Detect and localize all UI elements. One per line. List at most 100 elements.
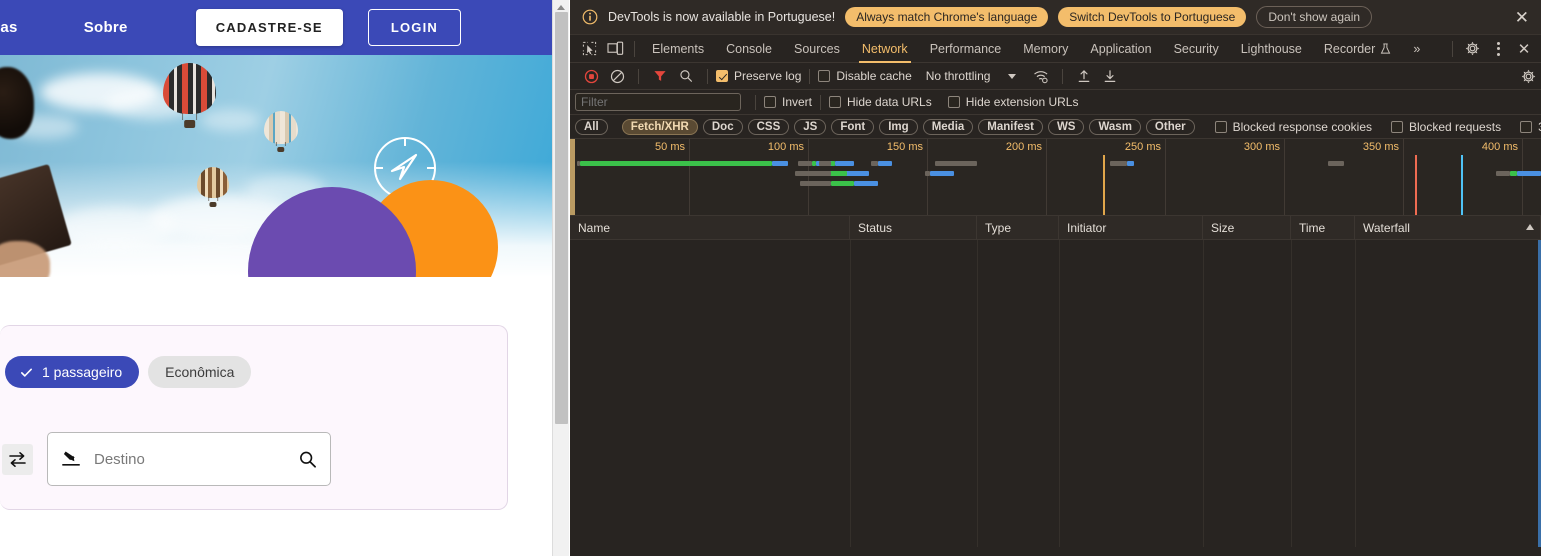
type-chip-img[interactable]: Img — [879, 118, 918, 135]
blocked-requests-checkbox[interactable]: Blocked requests — [1391, 120, 1501, 134]
type-chip-manifest[interactable]: Manifest — [978, 118, 1043, 135]
col-waterfall[interactable]: Waterfall — [1355, 215, 1541, 240]
tab-security[interactable]: Security — [1163, 35, 1230, 63]
tab-elements[interactable]: Elements — [641, 35, 715, 63]
filter-input[interactable] — [575, 93, 741, 111]
gear-icon[interactable] — [1459, 36, 1485, 62]
network-table-header: Name Status Type Initiator Size Time Wat… — [570, 215, 1541, 240]
col-type[interactable]: Type — [977, 215, 1059, 240]
tab-lighthouse[interactable]: Lighthouse — [1230, 35, 1313, 63]
more-tabs-button[interactable]: » — [1402, 35, 1431, 63]
tick-300ms: 300 ms — [1243, 141, 1280, 153]
col-name[interactable]: Name — [570, 215, 850, 240]
tick-200ms: 200 ms — [1005, 141, 1042, 153]
type-chip-all[interactable]: All — [575, 118, 608, 135]
nav-link-ilhas[interactable]: ilhas — [0, 19, 18, 36]
invert-label: Invert — [782, 95, 813, 109]
request-bar — [818, 161, 831, 166]
type-chip-media[interactable]: Media — [922, 118, 974, 135]
hide-data-urls-checkbox[interactable]: Hide data URLs — [829, 95, 932, 109]
tab-console[interactable]: Console — [715, 35, 783, 63]
flight-search-card: 1 passageiro Econômica Destino — [0, 325, 508, 510]
swap-origin-destination-button[interactable] — [2, 443, 33, 475]
device-toolbar-icon[interactable] — [602, 36, 628, 62]
col-initiator[interactable]: Initiator — [1059, 215, 1203, 240]
type-chip-ws[interactable]: WS — [1047, 118, 1085, 135]
throttling-select[interactable]: No throttling — [926, 69, 1017, 83]
plane-landing-icon — [62, 451, 80, 466]
network-filter-row: Invert Hide data URLs Hide extension URL… — [570, 90, 1541, 115]
inspect-element-icon[interactable] — [576, 36, 602, 62]
network-overview-timeline[interactable]: 50 ms 100 ms 150 ms 200 ms 250 ms 300 ms… — [570, 139, 1541, 216]
timeline-left-handle[interactable] — [570, 139, 575, 215]
close-devtools-icon[interactable]: ✕ — [1511, 36, 1537, 62]
hero-banner — [0, 55, 553, 277]
disable-cache-checkbox[interactable]: Disable cache — [818, 69, 912, 83]
tab-application[interactable]: Application — [1079, 35, 1162, 63]
load-event-line — [1415, 155, 1417, 215]
type-chip-other[interactable]: Other — [1145, 118, 1195, 135]
nav-link-sobre[interactable]: Sobre — [84, 19, 128, 36]
blocked-requests-label: Blocked requests — [1409, 119, 1502, 134]
type-chip-fetch-xhr[interactable]: Fetch/XHR — [621, 118, 698, 135]
request-bar — [934, 161, 978, 166]
tab-sources[interactable]: Sources — [783, 35, 851, 63]
clear-icon[interactable] — [604, 63, 630, 89]
third-party-requests-checkbox[interactable]: 3rd-party requests — [1520, 120, 1541, 134]
search-icon[interactable] — [298, 450, 317, 469]
request-bar — [797, 161, 812, 166]
preserve-log-checkbox[interactable]: Preserve log — [716, 69, 801, 83]
devtools-language-banner: DevTools is now available in Portuguese!… — [570, 0, 1541, 35]
type-chip-wasm[interactable]: Wasm — [1089, 118, 1141, 135]
login-button[interactable]: LOGIN — [367, 9, 461, 46]
switch-to-portuguese-button[interactable]: Switch DevTools to Portuguese — [1058, 7, 1247, 27]
filter-icon[interactable] — [647, 63, 673, 89]
destination-input[interactable]: Destino — [47, 432, 331, 486]
throttling-value: No throttling — [925, 69, 991, 83]
scrollbar-thumb[interactable] — [555, 12, 568, 424]
import-har-icon[interactable] — [1071, 63, 1097, 89]
close-banner-icon[interactable]: ✕ — [1513, 9, 1531, 26]
col-time[interactable]: Time — [1291, 215, 1355, 240]
request-bar — [1495, 171, 1511, 176]
always-match-language-button[interactable]: Always match Chrome's language — [845, 7, 1049, 27]
blocked-response-cookies-checkbox[interactable]: Blocked response cookies — [1214, 120, 1372, 134]
wifi-settings-icon[interactable] — [1028, 63, 1054, 89]
hide-extension-urls-checkbox[interactable]: Hide extension URLs — [947, 95, 1078, 109]
tab-performance[interactable]: Performance — [919, 35, 1013, 63]
site-navbar: ilhas Sobre CADASTRE-SE LOGIN — [0, 0, 553, 55]
export-har-icon[interactable] — [1097, 63, 1123, 89]
hot-air-balloon-red — [163, 63, 216, 129]
devtools-tabbar: Elements Console Sources Network Perform… — [570, 35, 1541, 63]
search-icon[interactable] — [673, 63, 699, 89]
preserve-log-box — [716, 70, 728, 82]
passenger-count-pill[interactable]: 1 passageiro — [5, 356, 140, 388]
network-requests-list[interactable] — [570, 240, 1541, 547]
tab-network[interactable]: Network — [851, 35, 919, 63]
dont-show-again-button[interactable]: Don't show again — [1256, 6, 1373, 28]
type-chip-js[interactable]: JS — [794, 118, 827, 135]
cabin-class-pill[interactable]: Econômica — [148, 356, 252, 388]
col-size[interactable]: Size — [1203, 215, 1291, 240]
type-chip-css[interactable]: CSS — [747, 118, 790, 135]
passenger-count-label: 1 passageiro — [42, 364, 123, 380]
type-chip-doc[interactable]: Doc — [702, 118, 743, 135]
hide-extension-urls-box — [947, 96, 960, 108]
type-chip-font[interactable]: Font — [831, 118, 875, 135]
resource-type-filter-row: All Fetch/XHR Doc CSS JS Font Img Media … — [570, 115, 1541, 139]
flask-icon — [1381, 43, 1391, 54]
hide-data-urls-box — [829, 96, 842, 108]
network-settings-gear-icon[interactable] — [1515, 63, 1541, 89]
scroll-up-arrow-icon[interactable] — [557, 5, 565, 10]
tab-recorder[interactable]: Recorder — [1313, 35, 1402, 63]
sort-ascending-icon[interactable] — [1526, 223, 1534, 230]
invert-checkbox[interactable]: Invert — [764, 95, 812, 109]
signup-button[interactable]: CADASTRE-SE — [195, 9, 343, 46]
col-status[interactable]: Status — [850, 215, 977, 240]
check-icon — [21, 368, 32, 377]
record-stop-icon[interactable] — [578, 63, 604, 89]
request-bar — [799, 181, 831, 186]
kebab-menu-icon[interactable] — [1485, 36, 1511, 62]
tab-memory[interactable]: Memory — [1012, 35, 1079, 63]
page-scrollbar[interactable] — [552, 0, 569, 556]
